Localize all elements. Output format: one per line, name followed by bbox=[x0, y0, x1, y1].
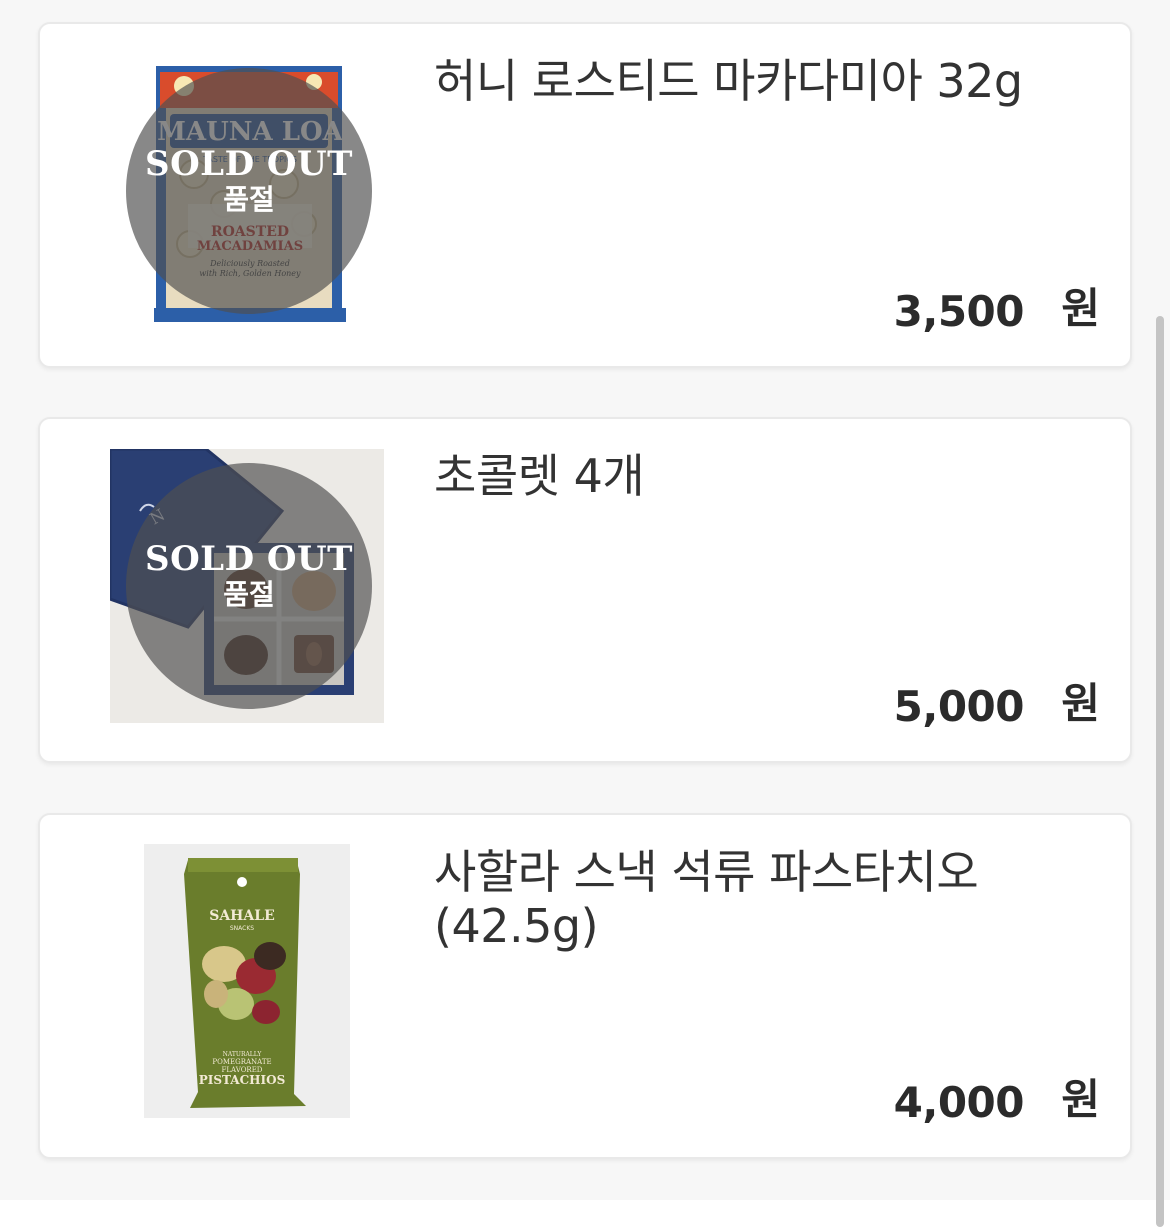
scrollbar-thumb[interactable] bbox=[1156, 316, 1164, 1227]
package-brand-text: MAUNA LOA bbox=[157, 117, 344, 147]
product-image-pistachio: SAHALE SNACKS NATURALLY POMEGRANATE FLAV… bbox=[144, 844, 350, 1118]
product-price: 4,000 bbox=[893, 1078, 1025, 1127]
svg-text:NATURALLY: NATURALLY bbox=[223, 1051, 263, 1058]
bottom-area bbox=[0, 1200, 1170, 1227]
currency-label: 원 bbox=[1061, 284, 1100, 333]
svg-text:SNACKS: SNACKS bbox=[230, 925, 254, 932]
currency-label: 원 bbox=[1061, 1075, 1100, 1124]
pistachio-package-image: SAHALE SNACKS NATURALLY POMEGRANATE FLAV… bbox=[144, 844, 350, 1118]
svg-text:with Rich, Golden Honey: with Rich, Golden Honey bbox=[199, 269, 301, 278]
product-name: 사할라 스낵 석류 파스타치오 (42.5g) bbox=[434, 845, 979, 953]
svg-text:PISTACHIOS: PISTACHIOS bbox=[199, 1073, 286, 1087]
product-card[interactable]: N SOLD OUT 품절 초콜렛 4개 5,000 원 bbox=[38, 417, 1132, 763]
product-card[interactable]: SAHALE SNACKS NATURALLY POMEGRANATE FLAV… bbox=[38, 813, 1132, 1159]
chocolate-box-image: N bbox=[110, 449, 384, 723]
product-price: 5,000 bbox=[893, 682, 1025, 731]
svg-text:Deliciously Roasted: Deliciously Roasted bbox=[209, 259, 290, 268]
macadamia-package-image: MAUNA LOA TASTE OF THE TROPICS ROASTED M… bbox=[154, 64, 346, 322]
product-list-screen: MAUNA LOA TASTE OF THE TROPICS ROASTED M… bbox=[0, 0, 1170, 1227]
scrollbar[interactable] bbox=[1152, 0, 1170, 1227]
svg-text:POMEGRANATE: POMEGRANATE bbox=[212, 1058, 271, 1066]
product-price: 3,500 bbox=[893, 287, 1025, 336]
product-image-macadamia: MAUNA LOA TASTE OF THE TROPICS ROASTED M… bbox=[154, 64, 346, 322]
product-name: 허니 로스티드 마카다미아 32g bbox=[434, 54, 1023, 108]
svg-text:MACADAMIAS: MACADAMIAS bbox=[197, 239, 303, 254]
currency-label: 원 bbox=[1061, 679, 1100, 728]
product-image-chocolate: N bbox=[110, 449, 384, 723]
svg-text:TASTE OF THE TROPICS: TASTE OF THE TROPICS bbox=[202, 155, 297, 164]
product-card[interactable]: MAUNA LOA TASTE OF THE TROPICS ROASTED M… bbox=[38, 22, 1132, 368]
package-brand-text: SAHALE bbox=[209, 908, 275, 924]
product-name: 초콜렛 4개 bbox=[434, 449, 645, 503]
svg-text:ROASTED: ROASTED bbox=[211, 224, 289, 240]
